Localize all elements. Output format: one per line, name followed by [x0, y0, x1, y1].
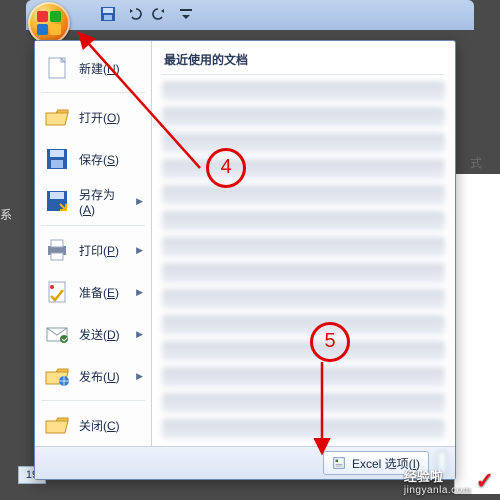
check-icon: ✓: [476, 468, 494, 494]
save-icon: [43, 145, 71, 173]
recent-document[interactable]: [162, 81, 445, 101]
menu-item-open[interactable]: 打开(O): [35, 96, 151, 138]
menu-item-send[interactable]: 发送(D) ▶: [35, 313, 151, 355]
menu-item-close[interactable]: 关闭(C): [35, 404, 151, 446]
watermark-domain: jingyanla.com: [404, 485, 472, 496]
watermark: 经验啦 jingyanla.com ✓: [404, 466, 494, 496]
submenu-arrow-icon: ▶: [136, 245, 143, 256]
submenu-arrow-icon: ▶: [136, 196, 143, 207]
menu-item-label: 打印(P): [79, 242, 119, 259]
recent-document[interactable]: [162, 289, 445, 309]
open-icon: [43, 103, 71, 131]
recent-document[interactable]: [162, 393, 445, 413]
recent-document[interactable]: [162, 237, 445, 257]
recent-document[interactable]: [162, 341, 445, 361]
menu-item-prepare[interactable]: 准备(E) ▶: [35, 271, 151, 313]
office-menu: 新建(N) 打开(O) 保存(S) 另存为(A) ▶ 打印(P) ▶ 准备(E) ▶ 发送(D) ▶…: [34, 40, 456, 480]
recent-document[interactable]: [162, 419, 445, 439]
recent-document[interactable]: [162, 133, 445, 153]
qat-redo-icon[interactable]: [152, 6, 168, 25]
prepare-icon: [43, 278, 71, 306]
qat-customize-icon[interactable]: [178, 6, 194, 25]
menu-item-label: 发布(U): [79, 368, 120, 385]
recent-document[interactable]: [162, 107, 445, 127]
submenu-arrow-icon: ▶: [136, 329, 143, 340]
watermark-name: 经验啦: [404, 466, 472, 485]
recent-document[interactable]: [162, 315, 445, 335]
menu-item-label: 准备(E): [79, 284, 119, 301]
recent-document[interactable]: [162, 211, 445, 231]
submenu-arrow-icon: ▶: [136, 371, 143, 382]
recent-documents-list: [162, 81, 445, 439]
quick-access-toolbar: [100, 6, 194, 25]
recent-documents-title: 最近使用的文档: [162, 49, 445, 75]
qat-undo-icon[interactable]: [126, 6, 142, 25]
menu-item-publish[interactable]: 发布(U) ▶: [35, 355, 151, 397]
annotation-step-4: 4: [206, 148, 246, 188]
menu-separator: [41, 225, 145, 226]
menu-item-saveas[interactable]: 另存为(A) ▶: [35, 180, 151, 222]
menu-item-print[interactable]: 打印(P) ▶: [35, 229, 151, 271]
print-icon: [43, 236, 71, 264]
publish-icon: [43, 362, 71, 390]
close-icon: [43, 411, 71, 439]
background-text-left: 系: [0, 206, 12, 223]
menu-item-label: 关闭(C): [79, 417, 120, 434]
menu-item-save[interactable]: 保存(S): [35, 138, 151, 180]
menu-item-label: 另存为(A): [79, 186, 128, 217]
saveas-icon: [43, 187, 71, 215]
office-menu-commands: 新建(N) 打开(O) 保存(S) 另存为(A) ▶ 打印(P) ▶ 准备(E) ▶ 发送(D) ▶…: [35, 41, 152, 447]
menu-item-label: 打开(O): [79, 109, 120, 126]
office-button[interactable]: [28, 2, 70, 44]
office-menu-footer: Excel 选项(I): [35, 446, 455, 479]
recent-document[interactable]: [162, 263, 445, 283]
recent-document[interactable]: [162, 159, 445, 179]
options-icon: [332, 456, 346, 470]
spreadsheet-area: [454, 174, 500, 494]
send-icon: [43, 320, 71, 348]
recent-documents-panel: 最近使用的文档: [152, 41, 455, 447]
menu-separator: [41, 400, 145, 401]
menu-item-label: 新建(N): [79, 60, 120, 77]
menu-item-new[interactable]: 新建(N): [35, 47, 151, 89]
title-bar: [26, 0, 474, 30]
qat-save-icon[interactable]: [100, 6, 116, 25]
recent-document[interactable]: [162, 367, 445, 387]
recent-document[interactable]: [162, 185, 445, 205]
new-icon: [43, 54, 71, 82]
menu-item-label: 发送(D): [79, 326, 120, 343]
annotation-step-5: 5: [310, 322, 350, 362]
submenu-arrow-icon: ▶: [136, 287, 143, 298]
office-logo-icon: [37, 11, 61, 35]
menu-item-label: 保存(S): [79, 151, 119, 168]
menu-separator: [41, 92, 145, 93]
